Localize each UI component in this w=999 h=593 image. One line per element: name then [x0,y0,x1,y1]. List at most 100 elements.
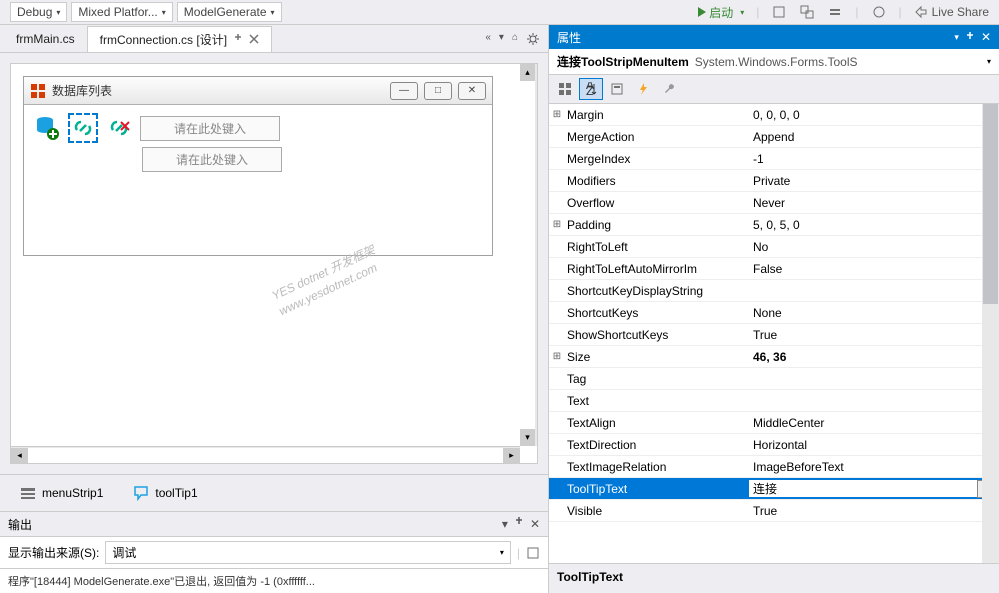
prop-value-cell[interactable]: 5, 0, 5, 0 [749,218,999,232]
tab-home-icon[interactable]: ⌂ [512,32,518,46]
prop-value-cell[interactable]: None [749,306,999,320]
db-add-icon[interactable] [32,113,62,143]
prop-alphabetical-button[interactable]: AZ [579,78,603,100]
tab-frmconnection-design[interactable]: frmConnection.cs [设计] [87,26,272,52]
prop-row-padding[interactable]: ⊞Padding5, 0, 5, 0 [549,214,999,236]
properties-toolbar: AZ [549,75,999,104]
menu-type-here-2[interactable]: 请在此处键入 [142,147,282,172]
close-button[interactable]: ✕ [458,82,486,100]
prop-row-righttoleft[interactable]: RightToLeftNo [549,236,999,258]
output-source-select[interactable]: 调试▾ [105,541,511,564]
prop-close-icon[interactable]: ✕ [981,30,991,44]
prop-name-cell: Padding [565,218,749,232]
maximize-button[interactable]: □ [424,82,452,100]
prop-value-cell[interactable]: ImageBeforeText [749,460,999,474]
prop-row-tag[interactable]: Tag [549,368,999,390]
prop-row-visible[interactable]: VisibleTrue [549,500,999,522]
link-icon[interactable] [68,113,98,143]
prop-row-righttoleftautomirrorim[interactable]: RightToLeftAutoMirrorImFalse [549,258,999,280]
prop-value-cell[interactable]: Horizontal [749,438,999,452]
prop-row-text[interactable]: Text [549,390,999,412]
live-share-button[interactable]: Live Share [914,5,989,19]
properties-object-selector[interactable]: 连接ToolStripMenuItem System.Windows.Forms… [549,49,999,75]
prop-row-mergeindex[interactable]: MergeIndex-1 [549,148,999,170]
expand-icon[interactable]: ⊞ [549,109,565,120]
toolbar-icon-3[interactable] [827,4,843,20]
output-close-icon[interactable]: ✕ [530,517,540,531]
prop-row-mergeaction[interactable]: MergeActionAppend [549,126,999,148]
prop-row-margin[interactable]: ⊞Margin0, 0, 0, 0 [549,104,999,126]
prop-name-cell: RightToLeftAutoMirrorIm [565,262,749,276]
prop-name-cell: TextDirection [565,438,749,452]
expand-icon[interactable]: ⊞ [549,219,565,230]
form-titlebar: 数据库列表 — □ ✕ [24,77,492,105]
tab-prev-icon[interactable]: « [485,32,491,46]
output-dropdown-icon[interactable]: ▾ [502,517,508,531]
properties-grid[interactable]: ⊞Margin0, 0, 0, 0MergeActionAppendMergeI… [549,104,999,563]
run-button[interactable]: 启动▾ [698,4,744,21]
designer-scroll-h[interactable]: ◂▸ [11,446,520,463]
properties-panel: 属性 ▾ ✕ 连接ToolStripMenuItem System.Window… [548,25,999,593]
tab-next-icon[interactable]: ▾ [499,32,504,46]
config-platform-combo[interactable]: Mixed Platfor...▾ [71,2,172,22]
prop-name-cell: TextImageRelation [565,460,749,474]
prop-categorized-button[interactable] [553,78,577,100]
prop-name-cell: MergeIndex [565,152,749,166]
menu-type-here-1[interactable]: 请在此处键入 [140,116,280,141]
prop-value-cell[interactable]: True [749,328,999,342]
prop-value-cell[interactable]: False [749,262,999,276]
config-debug-combo[interactable]: Debug▾ [10,2,67,22]
prop-row-tooltiptext[interactable]: ToolTipText连接▾ [549,478,999,500]
prop-pin-icon[interactable] [965,32,975,42]
prop-row-shortcutkeydisplaystring[interactable]: ShortcutKeyDisplayString [549,280,999,302]
toolbar-icon-1[interactable] [771,4,787,20]
prop-value-cell[interactable]: 0, 0, 0, 0 [749,108,999,122]
prop-value-cell[interactable]: True [749,504,999,518]
minimize-button[interactable]: — [390,82,418,100]
output-pin-icon[interactable] [514,517,524,527]
prop-row-textimagerelation[interactable]: TextImageRelationImageBeforeText [549,456,999,478]
pin-icon[interactable] [233,34,243,44]
properties-scrollbar[interactable] [982,104,999,563]
prop-name-cell: Tag [565,372,749,386]
expand-icon[interactable]: ⊞ [549,351,565,362]
prop-dropdown-icon[interactable]: ▾ [954,32,959,43]
prop-row-modifiers[interactable]: ModifiersPrivate [549,170,999,192]
prop-value-cell[interactable]: Private [749,174,999,188]
prop-value-cell[interactable]: MiddleCenter [749,416,999,430]
top-toolbar: Debug▾ Mixed Platfor...▾ ModelGenerate▾ … [0,0,999,25]
prop-properties-button[interactable] [605,78,629,100]
prop-row-textdirection[interactable]: TextDirectionHorizontal [549,434,999,456]
prop-value-cell[interactable]: Never [749,196,999,210]
prop-wrench-button[interactable] [657,78,681,100]
prop-name-cell: Overflow [565,196,749,210]
prop-row-size[interactable]: ⊞Size46, 36 [549,346,999,368]
prop-row-shortcutkeys[interactable]: ShortcutKeysNone [549,302,999,324]
toolbar-icon-2[interactable] [799,4,815,20]
prop-value-cell[interactable]: No [749,240,999,254]
link-remove-icon[interactable] [104,113,134,143]
gear-icon[interactable] [526,32,540,46]
output-tool-icon[interactable] [526,546,540,560]
form-body[interactable]: 请在此处键入 请在此处键入 [24,105,492,255]
prop-value-cell[interactable]: Append [749,130,999,144]
prop-name-cell: ShortcutKeyDisplayString [565,284,749,298]
prop-row-overflow[interactable]: OverflowNever [549,192,999,214]
startup-project-combo[interactable]: ModelGenerate▾ [177,2,282,22]
prop-value-cell[interactable]: 46, 36 [749,350,999,364]
prop-row-textalign[interactable]: TextAlignMiddleCenter [549,412,999,434]
toolbar-icon-4[interactable] [871,4,887,20]
prop-events-button[interactable] [631,78,655,100]
tab-frmmain[interactable]: frmMain.cs [4,28,87,50]
close-tab-icon[interactable] [249,34,259,44]
designer-scroll-v[interactable]: ▴▾ [520,64,537,446]
prop-row-showshortcutkeys[interactable]: ShowShortcutKeysTrue [549,324,999,346]
prop-name-cell: Size [565,350,749,364]
document-tabs: frmMain.cs frmConnection.cs [设计] « ▾ ⌂ [0,25,548,53]
form-designer[interactable]: 数据库列表 — □ ✕ [10,63,538,464]
tray-tooltip[interactable]: toolTip1 [133,485,197,501]
designed-form[interactable]: 数据库列表 — □ ✕ [23,76,493,256]
tray-menustrip[interactable]: menuStrip1 [20,485,103,501]
prop-value-cell[interactable]: -1 [749,152,999,166]
prop-value-cell[interactable]: 连接 [749,480,977,497]
